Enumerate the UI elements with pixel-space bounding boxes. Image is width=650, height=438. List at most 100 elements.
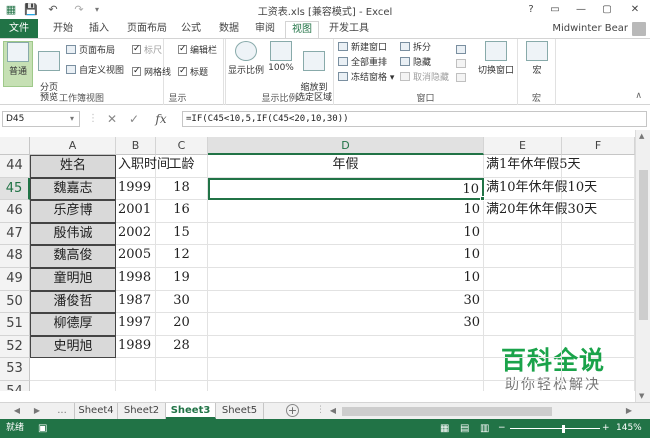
minimize-button[interactable]: — [570,0,592,19]
cell-a52[interactable]: 史明旭 [30,335,116,359]
row-header-48[interactable]: 48 [0,245,30,268]
maximize-button[interactable]: ▢ [596,0,618,19]
switch-windows-button[interactable]: 切换窗口 [476,41,516,87]
prev-sheet-icon[interactable]: ◀ [10,403,24,419]
unhide-button[interactable]: 取消隐藏 [400,72,449,85]
macro-record-icon[interactable]: ▣ [38,419,47,438]
cell-a50[interactable]: 潘俊哲 [30,290,116,314]
zoom-slider[interactable] [510,428,600,429]
cell-d48[interactable]: 10 [208,245,484,268]
cell-a51[interactable]: 柳德厚 [30,313,116,336]
cell-d49[interactable]: 10 [208,268,484,291]
cell-c54[interactable] [156,381,208,391]
arrange-all-button[interactable]: 全部重排 [338,57,387,70]
scroll-left-icon[interactable]: ◀ [326,403,340,419]
zoom-100-button[interactable]: 100% [266,41,296,87]
cell-a49[interactable]: 童明旭 [30,268,116,291]
view-side-by-side-button[interactable] [456,45,469,58]
page-layout-status-icon[interactable]: ▤ [460,419,469,438]
reset-window-button[interactable] [456,73,469,86]
cell-e47[interactable] [484,222,562,246]
cell-a53[interactable] [30,358,116,381]
ribbon-display-options-button[interactable]: ▭ [544,0,566,19]
tab-data[interactable]: 数据 [214,19,244,38]
zoom-slider-thumb[interactable] [562,425,565,433]
zoom-level[interactable]: 145% [616,419,642,438]
ruler-checkbox[interactable]: 标尺 [132,43,162,58]
cell-c52[interactable]: 28 [156,335,208,359]
cell-d54[interactable] [208,381,484,391]
cell-e50[interactable] [484,290,562,314]
row-header-52[interactable]: 52 [0,335,30,359]
cell-c50[interactable]: 30 [156,290,208,314]
formula-input[interactable]: =IF(C45<10,5,IF(C45<20,10,30)) [182,111,647,127]
row-header-47[interactable]: 47 [0,222,30,246]
freeze-panes-button[interactable]: 冻结窗格 ▾ [338,72,394,85]
zoom-to-selection-button[interactable]: 缩放到 选定区域 [296,41,332,103]
cell-e51[interactable] [484,313,562,336]
column-header-e[interactable]: E [484,137,562,155]
column-header-c[interactable]: C [156,137,208,155]
row-header-50[interactable]: 50 [0,290,30,314]
help-button[interactable]: ? [520,0,542,19]
row-header-49[interactable]: 49 [0,268,30,291]
tab-page-layout[interactable]: 页面布局 [122,19,172,38]
tab-split-grip-icon[interactable]: ⋮ [316,405,325,415]
cell-a54[interactable] [30,381,116,391]
cell-e46[interactable]: 满20年休年假30天 [484,200,597,223]
normal-view-button[interactable]: 普通 [3,41,33,87]
row-header-51[interactable]: 51 [0,313,30,336]
sheet-tab-sheet3[interactable]: Sheet3 [166,403,216,419]
next-sheet-icon[interactable]: ▶ [30,403,44,419]
cell-b45[interactable]: 1999 [116,177,156,201]
normal-view-status-icon[interactable]: ▦ [440,419,449,438]
add-sheet-button[interactable]: + [286,404,299,417]
split-button[interactable]: 拆分 [400,42,431,55]
headings-checkbox[interactable]: 标题 [178,65,208,80]
cell-b53[interactable] [116,358,156,381]
macros-button[interactable]: 宏 [522,41,552,87]
scroll-up-icon[interactable]: ▲ [639,132,644,140]
cell-a48[interactable]: 魏高俊 [30,245,116,268]
gridlines-checkbox[interactable]: 网格线 [132,65,171,80]
cell-b44[interactable]: 入职时间 [116,155,170,178]
cell-b47[interactable]: 2002 [116,222,156,246]
cell-e54[interactable] [484,381,562,391]
cell-a45[interactable]: 魏嘉志 [30,177,116,201]
column-header-b[interactable]: B [116,137,156,155]
name-box-dropdown-icon[interactable]: ▾ [70,111,74,127]
column-header-d[interactable]: D [208,137,484,155]
sync-scroll-button[interactable] [456,59,469,72]
cancel-icon[interactable]: ✕ [104,111,120,127]
cell-e53[interactable] [484,358,562,381]
worksheet-grid[interactable]: A B C D E F 44 姓名 入职时间 工龄 年假 满1年休年假5天 45 魏嘉志 199… [0,137,635,391]
zoom-button[interactable]: 显示比例 [228,41,264,87]
name-box[interactable]: D45 [2,111,80,127]
cell-d47[interactable]: 10 [208,222,484,246]
cell-f48[interactable] [562,245,635,268]
cell-e44[interactable]: 满1年休年假5天 [484,155,581,178]
page-break-status-icon[interactable]: ▥ [480,419,489,438]
cell-c47[interactable]: 15 [156,222,208,246]
vertical-scrollbar[interactable]: ▲ ▼ [635,130,650,402]
cell-b51[interactable]: 1997 [116,313,156,336]
cell-c49[interactable]: 19 [156,268,208,291]
column-header-a[interactable]: A [30,137,116,155]
fx-icon[interactable]: fx [150,111,172,127]
scroll-down-icon[interactable]: ▼ [639,392,644,400]
tab-developer[interactable]: 开发工具 [326,19,372,38]
cell-d53[interactable] [208,358,484,381]
fill-handle[interactable] [480,196,485,202]
scroll-right-icon[interactable]: ▶ [622,403,636,419]
cell-c46[interactable]: 16 [156,200,208,223]
cell-d46[interactable]: 10 [208,200,484,223]
new-window-button[interactable]: 新建窗口 [338,42,387,55]
cell-c53[interactable] [156,358,208,381]
horizontal-scroll-thumb[interactable] [342,407,552,416]
page-break-preview-button[interactable]: 分页 预览 [34,41,64,103]
cell-d50[interactable]: 30 [208,290,484,314]
cell-e49[interactable] [484,268,562,291]
cell-d51[interactable]: 30 [208,313,484,336]
cell-d52[interactable] [208,335,484,359]
tab-view[interactable]: 视图 [285,21,319,38]
